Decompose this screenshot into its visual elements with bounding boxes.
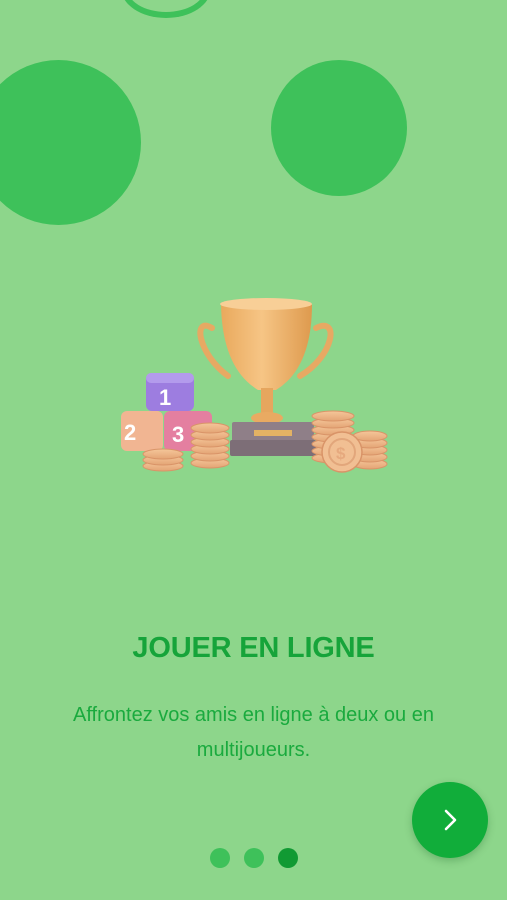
onboarding-screen: 1 2 3 $ JOUER EN LIGNE Affrontez vos ami… [0,0,507,900]
decorative-circle-right [271,60,407,196]
decorative-circle-left [0,60,141,225]
svg-text:1: 1 [159,385,171,410]
svg-text:$: $ [336,444,346,463]
decorative-ring [121,0,211,18]
svg-text:2: 2 [124,420,136,445]
page-dot-2[interactable] [244,848,264,868]
svg-text:3: 3 [172,422,184,447]
onboarding-title: JOUER EN LIGNE [132,632,375,664]
onboarding-description: Affrontez vos amis en ligne à deux ou en… [73,704,434,761]
page-indicator [210,848,298,868]
trophy-illustration: 1 2 3 $ [121,298,388,473]
next-button[interactable] [412,782,488,858]
page-dot-1[interactable] [210,848,230,868]
page-dot-3-active[interactable] [278,848,298,868]
chevron-right-icon [444,809,457,831]
